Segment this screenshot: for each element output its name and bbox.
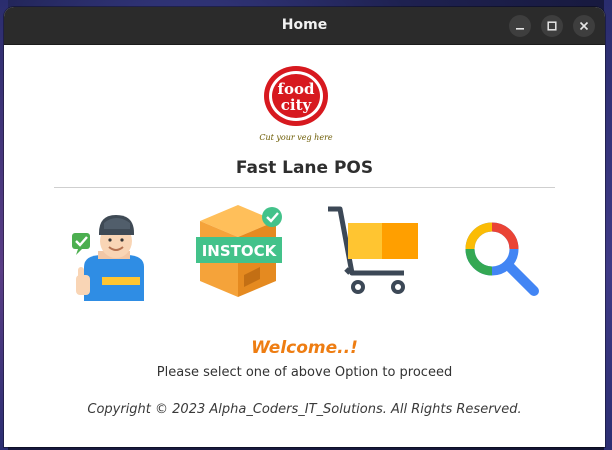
svg-text:city: city <box>281 96 313 114</box>
close-icon <box>579 21 589 31</box>
app-title: Fast Lane POS <box>235 158 374 178</box>
maximize-button[interactable] <box>541 15 563 37</box>
search-option[interactable] <box>456 205 542 301</box>
instock-option[interactable]: INSTOCK <box>194 205 284 301</box>
svg-text:Cut your veg here: Cut your veg here <box>259 133 333 142</box>
shopping-cart-icon <box>328 206 418 294</box>
search-icon <box>465 222 539 296</box>
main-content: food city Cut your veg here Fast Lane PO… <box>4 45 605 447</box>
food-city-logo: food city Cut your veg here <box>259 66 333 142</box>
instruction-text: Please select one of above Option to pro… <box>156 365 453 380</box>
cashier-user-icon <box>72 215 144 301</box>
svg-text:INSTOCK: INSTOCK <box>202 242 278 260</box>
welcome-message: Welcome..! <box>251 338 358 358</box>
home-window: Home food city Cut your veg here Fast La… <box>4 7 605 447</box>
user-option[interactable] <box>68 205 158 301</box>
minimize-button[interactable] <box>509 15 531 37</box>
close-button[interactable] <box>573 15 595 37</box>
maximize-icon <box>547 21 557 31</box>
desktop-background-right <box>604 0 612 450</box>
cart-option[interactable] <box>326 205 418 301</box>
minimize-icon <box>516 28 524 30</box>
divider <box>54 187 555 188</box>
copyright-text: Copyright © 2023 Alpha_Coders_IT_Solutio… <box>87 402 522 417</box>
instock-box-icon: INSTOCK <box>196 205 282 297</box>
title-bar[interactable]: Home <box>4 7 605 45</box>
